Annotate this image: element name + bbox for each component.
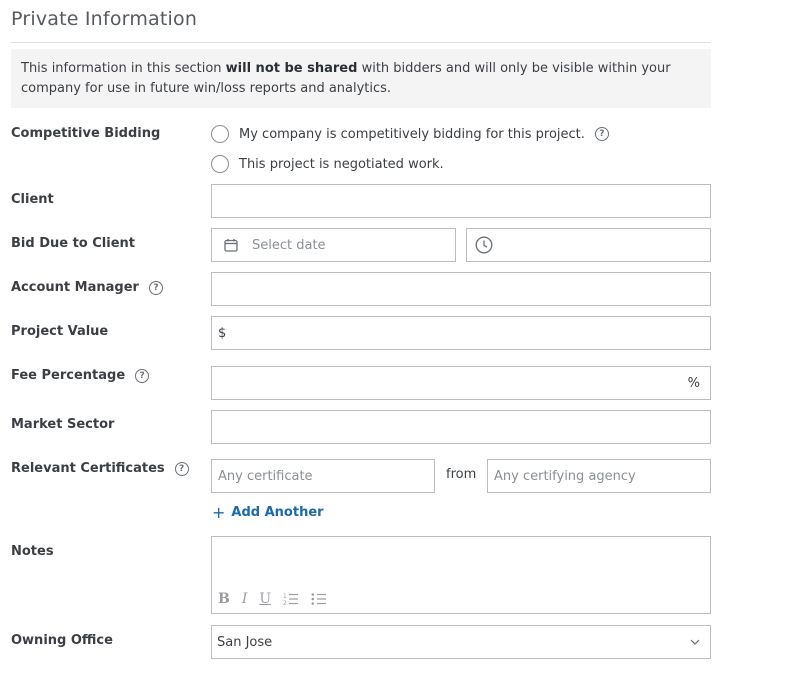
client-label-text: Client: [11, 192, 54, 207]
bullet-list-icon[interactable]: [311, 592, 327, 606]
svg-text:2: 2: [283, 600, 287, 606]
fee-percentage-input[interactable]: %: [211, 366, 711, 400]
add-another-button[interactable]: + Add Another: [212, 503, 324, 522]
owning-office-value: San Jose: [217, 634, 273, 650]
client-label: Client: [11, 192, 54, 207]
radio-option-competitive[interactable]: My company is competitively bidding for …: [211, 125, 609, 143]
notice-text-pre: This information in this section: [21, 61, 226, 76]
radio-competitive[interactable]: [211, 125, 229, 143]
add-another-label: Add Another: [231, 505, 324, 520]
certificates-label-text: Relevant Certificates: [11, 461, 165, 476]
project-value-input[interactable]: $: [211, 316, 711, 350]
certifying-agency-input[interactable]: Any certifying agency: [487, 459, 711, 493]
calendar-icon: [224, 238, 238, 252]
account-manager-label-text: Account Manager: [11, 280, 139, 295]
project-value-label-text: Project Value: [11, 324, 109, 339]
date-placeholder: Select date: [252, 237, 326, 253]
italic-button[interactable]: I: [242, 591, 248, 607]
certificates-label: Relevant Certificates ?: [11, 461, 189, 476]
owning-office-label: Owning Office: [11, 633, 113, 648]
market-sector-input[interactable]: [211, 410, 711, 444]
chevron-down-icon: [690, 639, 700, 645]
help-icon[interactable]: ?: [148, 280, 163, 295]
section-title: Private Information: [11, 8, 198, 30]
project-value-label: Project Value: [11, 324, 108, 339]
notes-label-text: Notes: [11, 544, 54, 559]
notes-label: Notes: [11, 544, 54, 559]
bid-due-label-text: Bid Due to Client: [11, 236, 135, 251]
bid-due-label: Bid Due to Client: [11, 236, 135, 251]
owning-office-label-text: Owning Office: [11, 633, 113, 648]
privacy-notice: This information in this section will no…: [11, 49, 711, 108]
plus-icon: +: [212, 503, 226, 522]
bid-due-date-input[interactable]: Select date: [211, 228, 456, 262]
help-icon[interactable]: ?: [594, 127, 609, 141]
competitive-bidding-label-text: Competitive Bidding: [11, 126, 161, 141]
fee-percentage-label-text: Fee Percentage: [11, 368, 126, 383]
fee-percentage-label: Fee Percentage ?: [11, 368, 150, 383]
title-divider: [11, 42, 711, 43]
owning-office-select[interactable]: San Jose: [211, 625, 711, 659]
radio-option-negotiated[interactable]: This project is negotiated work.: [211, 155, 444, 173]
underline-button[interactable]: U: [259, 591, 271, 607]
help-icon[interactable]: ?: [135, 368, 150, 383]
currency-prefix: $: [218, 325, 227, 341]
notice-text-bold: will not be shared: [225, 61, 358, 76]
client-input[interactable]: [211, 184, 711, 218]
certificate-input[interactable]: Any certificate: [211, 459, 435, 493]
account-manager-input[interactable]: [211, 272, 711, 306]
numbered-list-icon[interactable]: 1 2: [283, 592, 299, 606]
agency-placeholder: Any certifying agency: [494, 468, 636, 484]
market-sector-label-text: Market Sector: [11, 417, 115, 432]
radio-negotiated-label: This project is negotiated work.: [239, 156, 444, 172]
notes-toolbar: B I U 1 2: [218, 591, 327, 607]
market-sector-label: Market Sector: [11, 417, 114, 432]
radio-negotiated[interactable]: [211, 155, 229, 173]
bid-due-time-input[interactable]: [466, 228, 711, 262]
svg-text:1: 1: [283, 593, 287, 600]
competitive-bidding-label: Competitive Bidding: [11, 126, 160, 141]
bold-button[interactable]: B: [218, 591, 230, 607]
account-manager-label: Account Manager ?: [11, 280, 163, 295]
clock-icon: [475, 236, 493, 254]
certificate-placeholder: Any certificate: [218, 468, 313, 484]
from-text: from: [446, 467, 477, 482]
percent-suffix: %: [687, 375, 700, 391]
radio-competitive-label: My company is competitively bidding for …: [239, 126, 585, 142]
help-icon[interactable]: ?: [174, 461, 189, 476]
